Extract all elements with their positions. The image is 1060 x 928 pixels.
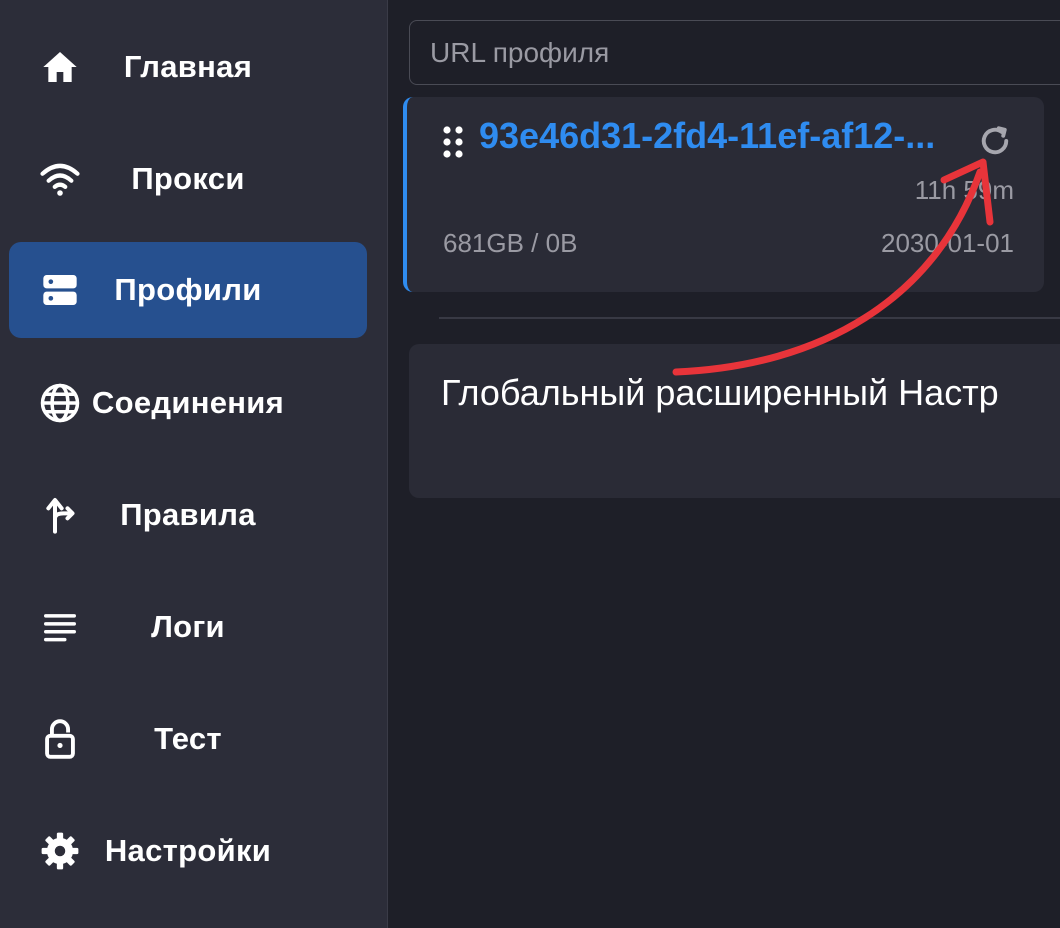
- sidebar-item-proxy[interactable]: Прокси: [9, 131, 367, 227]
- sidebar-item-label: Логи: [151, 609, 225, 644]
- settings-card-title: Глобальный расширенный Настр: [441, 372, 999, 413]
- global-settings-card[interactable]: Глобальный расширенный Настр: [409, 344, 1060, 498]
- sidebar: Главная Прокси Профили Соединения Правил…: [0, 0, 388, 928]
- sidebar-item-label: Правила: [120, 497, 256, 532]
- traffic-usage: 681GB / 0B: [443, 228, 578, 258]
- sidebar-item-label: Прокси: [131, 161, 245, 196]
- route-icon: [39, 494, 81, 536]
- profile-name: 93e46d31-2fd4-11ef-af12-...: [479, 115, 936, 156]
- main-content: 93e46d31-2fd4-11ef-af12-... 11h 59m 681G…: [389, 0, 1060, 928]
- sidebar-item-home[interactable]: Главная: [9, 19, 367, 115]
- sidebar-item-label: Соединения: [91, 385, 285, 420]
- divider: [439, 317, 1060, 319]
- sidebar-item-test[interactable]: Тест: [9, 691, 367, 787]
- sidebar-item-logs[interactable]: Логи: [9, 579, 367, 675]
- sidebar-item-label: Профили: [114, 272, 262, 307]
- profile-card[interactable]: 93e46d31-2fd4-11ef-af12-... 11h 59m 681G…: [403, 97, 1044, 292]
- globe-icon: [39, 382, 81, 424]
- home-icon: [39, 46, 81, 88]
- sidebar-item-label: Тест: [154, 721, 222, 756]
- sidebar-item-label: Главная: [123, 49, 253, 84]
- sidebar-item-label: Настройки: [104, 833, 272, 868]
- server-icon: [39, 269, 81, 311]
- unlock-icon: [39, 718, 81, 760]
- sidebar-item-settings[interactable]: Настройки: [9, 803, 367, 899]
- wifi-icon: [39, 158, 81, 200]
- sidebar-item-connections[interactable]: Соединения: [9, 355, 367, 451]
- updated-time: 11h 59m: [914, 175, 1014, 205]
- sidebar-item-rules[interactable]: Правила: [9, 467, 367, 563]
- profile-url-input[interactable]: [409, 20, 1060, 85]
- expire-date: 2030-01-01: [881, 228, 1014, 258]
- lines-icon: [39, 606, 81, 648]
- gear-icon: [39, 830, 81, 872]
- sidebar-item-profiles[interactable]: Профили: [9, 242, 367, 338]
- drag-handle-icon[interactable]: [441, 125, 465, 159]
- refresh-icon[interactable]: [975, 121, 1015, 161]
